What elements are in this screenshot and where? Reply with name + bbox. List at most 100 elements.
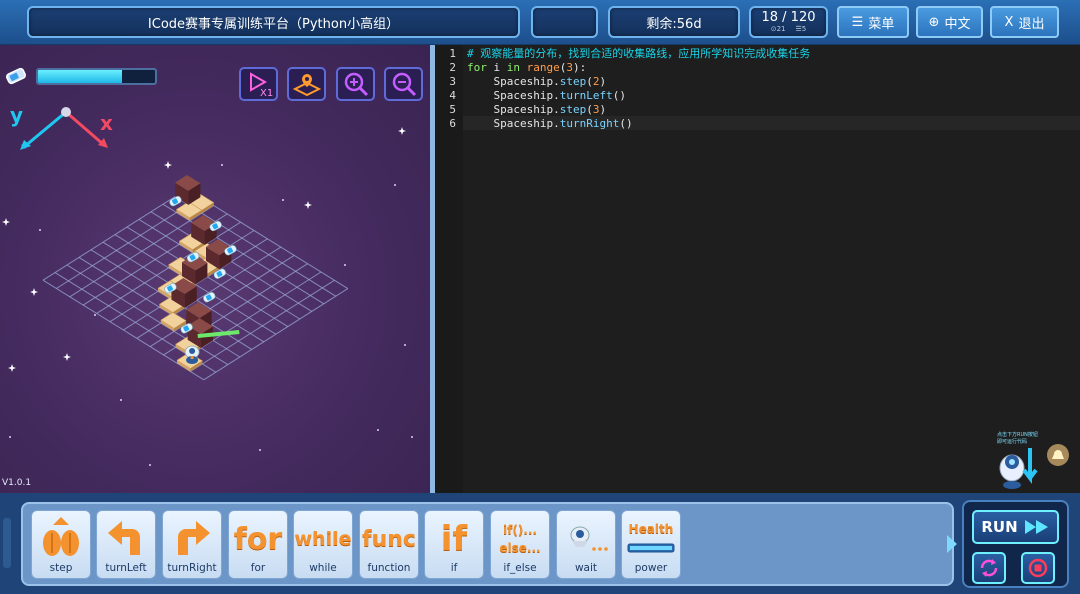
level-stat-b: ☰5: [795, 25, 807, 33]
block-wait[interactable]: wait: [556, 510, 616, 579]
axis-y-label: y: [10, 103, 23, 127]
menu-label: 菜单: [868, 16, 895, 32]
code-token: ): [599, 75, 607, 88]
line-number: 1: [449, 47, 456, 60]
block-if-else[interactable]: if()... else... if_else: [490, 510, 550, 579]
stop-icon: [1028, 558, 1048, 578]
block-step[interactable]: step: [31, 510, 91, 579]
code-text[interactable]: Spaceship.step(3): [467, 103, 606, 117]
code-token: ): [599, 103, 607, 116]
menu-button[interactable]: ☰ 菜单: [837, 6, 909, 38]
menu-icon: ☰: [851, 14, 864, 30]
code-text[interactable]: Spaceship.turnRight(): [467, 117, 632, 131]
code-text[interactable]: Spaceship.step(2): [467, 75, 606, 89]
reset-button[interactable]: [972, 552, 1006, 584]
code-line[interactable]: 6 Spaceship.turnRight(): [435, 117, 1080, 131]
bottom-toolbar: step turnLeft turnRight for for while while fun…: [0, 493, 1080, 594]
language-label: 中文: [944, 16, 971, 32]
block-glyph: if: [425, 515, 483, 563]
block-function[interactable]: func function: [359, 510, 419, 579]
zoom-in-button[interactable]: [336, 67, 375, 101]
level-indicator: 18 / 120 ⊙21 ☰5: [749, 6, 828, 38]
code-token: (: [586, 75, 593, 88]
block-glyph: for: [229, 515, 287, 563]
code-token: step: [559, 103, 587, 116]
block-power[interactable]: Health power: [621, 510, 681, 579]
exit-label: 退出: [1018, 16, 1045, 32]
code-token: Spaceship.: [467, 103, 560, 116]
spaceship-robot: [184, 345, 200, 365]
code-token: range: [526, 61, 560, 74]
version-label: V1.0.1: [2, 478, 32, 488]
axis-x-label: x: [100, 111, 113, 135]
run-label: RUN: [981, 518, 1018, 536]
map-view-button[interactable]: [287, 67, 326, 101]
level-text: 18 / 120: [761, 10, 816, 25]
zoom-out-icon: [392, 72, 416, 97]
energy-bar: [36, 68, 157, 85]
code-token: Spaceship.: [467, 89, 560, 102]
zoom-out-button[interactable]: [384, 67, 423, 101]
code-line[interactable]: 4 Spaceship.turnLeft(): [435, 89, 1080, 103]
code-token: # 观察能量的分布，找到合适的收集路线，应用所学知识完成收集任务: [467, 47, 811, 60]
page-title: ICode赛事专属训练平台（Python小高组）: [27, 6, 520, 38]
exit-button[interactable]: X 退出: [990, 6, 1059, 38]
code-token: Spaceship.: [467, 75, 560, 88]
replay-speed-button[interactable]: X1: [239, 67, 278, 101]
game-view[interactable]: X1 y x V1.0.1: [0, 45, 430, 493]
side-tab[interactable]: [3, 518, 11, 568]
info-box: [531, 6, 598, 38]
block-glyph: if()... else...: [491, 515, 549, 563]
level-stat-a: ⊙21: [770, 25, 786, 33]
svg-text:X1: X1: [260, 88, 273, 97]
stop-button[interactable]: [1021, 552, 1055, 584]
block-label: if_else: [503, 562, 537, 574]
code-line[interactable]: 1 # 观察能量的分布，找到合适的收集路线，应用所学知识完成收集任务: [435, 47, 1080, 61]
line-number: 4: [449, 89, 456, 102]
code-line[interactable]: 5 Spaceship.step(3): [435, 103, 1080, 117]
block-turnRight[interactable]: turnRight: [162, 510, 222, 579]
run-controls: RUN: [962, 500, 1069, 588]
power-bar-icon: [627, 538, 675, 557]
scroll-right-icon[interactable]: [945, 533, 959, 555]
run-button[interactable]: RUN: [972, 510, 1059, 544]
code-text[interactable]: # 观察能量的分布，找到合适的收集路线，应用所学知识完成收集任务: [467, 47, 810, 61]
code-token: in: [506, 61, 520, 74]
block-while[interactable]: while while: [293, 510, 353, 579]
code-line[interactable]: 2 for i in range(3):: [435, 61, 1080, 75]
code-text[interactable]: for i in range(3):: [467, 61, 586, 75]
code-editor[interactable]: 1 # 观察能量的分布，找到合适的收集路线，应用所学知识完成收集任务 2 for i …: [435, 45, 1080, 493]
code-token: (): [612, 89, 626, 102]
block-label: function: [367, 562, 411, 574]
globe-icon: ⊕: [928, 14, 940, 30]
code-text[interactable]: Spaceship.turnLeft(): [467, 89, 626, 103]
block-label: wait: [574, 562, 598, 574]
reset-icon: [980, 559, 998, 577]
play-speed-icon: X1: [249, 72, 273, 97]
block-glyph-text: if()... else...: [499, 523, 541, 555]
block-glyph: [163, 515, 221, 563]
fast-forward-icon: [1024, 520, 1048, 534]
code-line[interactable]: 3 Spaceship.step(2): [435, 75, 1080, 89]
language-button[interactable]: ⊕ 中文: [916, 6, 983, 38]
turn-right-icon: [170, 515, 214, 563]
block-turnLeft[interactable]: turnLeft: [96, 510, 156, 579]
block-glyph-text: while: [294, 528, 352, 550]
block-glyph: while: [294, 515, 352, 563]
code-token: step: [559, 75, 587, 88]
block-if[interactable]: if if: [424, 510, 484, 579]
block-glyph: func: [360, 515, 418, 563]
code-block-palette: step turnLeft turnRight for for while while fun…: [21, 502, 954, 586]
energy-fill: [38, 70, 123, 83]
block-label: power: [634, 562, 668, 574]
run-hint-text: 点击下方RUN按钮 即可运行代码: [997, 432, 1038, 445]
block-label: step: [49, 562, 73, 574]
code-token: 3: [566, 61, 573, 74]
block-label: turnLeft: [105, 562, 147, 574]
code-token: turnLeft: [559, 89, 613, 102]
axis-indicator: y x: [10, 103, 113, 150]
block-label: while: [309, 562, 337, 574]
block-glyph-text: Health: [628, 521, 674, 536]
block-for[interactable]: for for: [228, 510, 288, 579]
